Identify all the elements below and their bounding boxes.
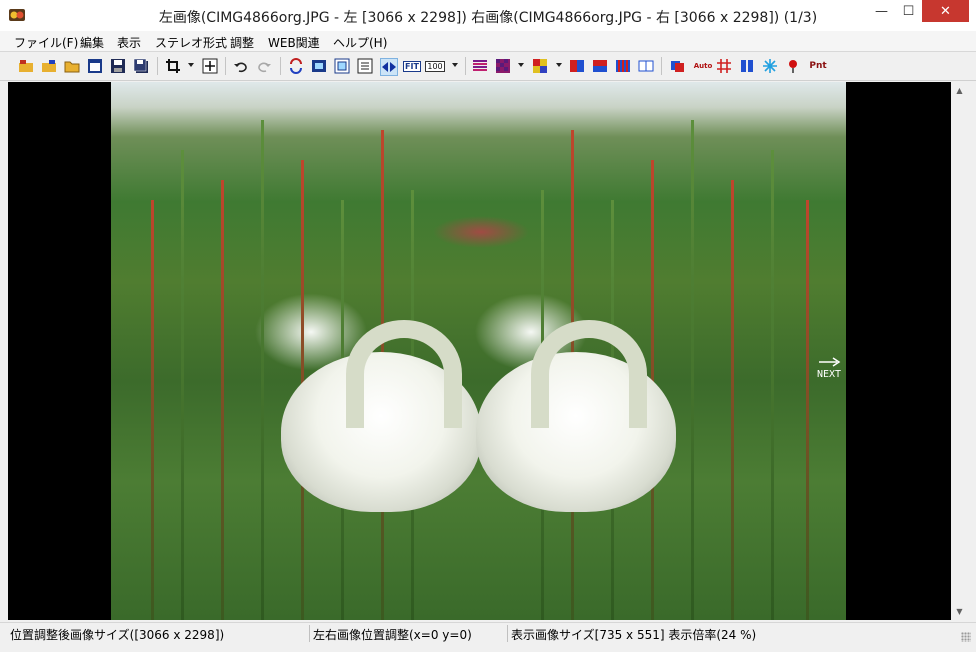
- status-bar: 位置調整後画像サイズ([3066 x 2298]) 左右画像位置調整(x=0 y…: [0, 622, 976, 645]
- next-arrow-icon[interactable]: [819, 357, 841, 367]
- grid-icon[interactable]: [716, 58, 732, 74]
- undo-icon[interactable]: [233, 58, 249, 74]
- resize-grip-icon[interactable]: [961, 632, 971, 642]
- line-format-icon[interactable]: [472, 58, 488, 74]
- status-divider: [309, 625, 310, 642]
- crop-icon[interactable]: [165, 58, 181, 74]
- maximize-button[interactable]: ☐: [895, 0, 922, 22]
- fit-label: FIT: [403, 60, 421, 72]
- auto-label: Auto: [693, 62, 713, 70]
- menu-adjust[interactable]: 調整: [230, 34, 254, 51]
- image-viewport[interactable]: NEXT: [8, 82, 951, 620]
- close-button[interactable]: ✕: [922, 0, 969, 22]
- pnt-label: Pnt: [809, 61, 827, 71]
- save-all-icon[interactable]: [133, 58, 149, 74]
- window-title: 左画像(CIMG4866org.JPG - 左 [3066 x 2298]) 右…: [158, 10, 818, 26]
- toolbar-separator: [157, 57, 158, 75]
- checker-format-icon[interactable]: [495, 58, 511, 74]
- column-interleave-icon[interactable]: [615, 58, 631, 74]
- status-image-size: 位置調整後画像サイズ([3066 x 2298]): [10, 628, 225, 642]
- move-icon[interactable]: [202, 58, 218, 74]
- scroll-down-icon[interactable]: ▼: [951, 603, 968, 620]
- status-display-size: 表示画像サイズ[735 x 551] 表示倍率(24 %): [511, 628, 757, 642]
- menu-edit[interactable]: 編集: [80, 34, 104, 51]
- align-icon[interactable]: [357, 58, 373, 74]
- snowflake-icon[interactable]: [762, 58, 778, 74]
- next-label[interactable]: NEXT: [817, 369, 841, 380]
- anaglyph-icon[interactable]: [670, 58, 686, 74]
- vertical-scrollbar[interactable]: ▲ ▼: [951, 82, 968, 620]
- fit-window-icon[interactable]: [334, 58, 350, 74]
- save-icon[interactable]: [110, 58, 126, 74]
- open-left-icon[interactable]: [18, 58, 34, 74]
- toolbar-separator: [465, 57, 466, 75]
- side-by-side-icon[interactable]: [569, 58, 585, 74]
- menu-stereo-format[interactable]: ステレオ形式: [155, 34, 227, 51]
- menu-file[interactable]: ファイル(F): [14, 34, 78, 51]
- crop-dropdown-icon[interactable]: [188, 63, 194, 67]
- point-button[interactable]: Pnt: [808, 58, 828, 74]
- minimize-button[interactable]: —: [868, 0, 895, 22]
- toolbar: FIT 100 Auto Pnt: [0, 52, 976, 81]
- toolbar-separator: [661, 57, 662, 75]
- redo-icon[interactable]: [256, 58, 272, 74]
- swap-lr-icon[interactable]: [288, 58, 304, 74]
- toolbar-separator: [225, 57, 226, 75]
- menu-web[interactable]: WEB関連: [268, 34, 320, 51]
- zoom-dropdown-icon[interactable]: [452, 63, 458, 67]
- frame-icon[interactable]: [311, 58, 327, 74]
- color-checker-icon[interactable]: [532, 58, 548, 74]
- over-under-icon[interactable]: [592, 58, 608, 74]
- open-right-icon[interactable]: [41, 58, 57, 74]
- split-view-icon[interactable]: [638, 58, 654, 74]
- format-dropdown-icon[interactable]: [518, 63, 524, 67]
- color-dropdown-icon[interactable]: [556, 63, 562, 67]
- mirror-icon[interactable]: [380, 58, 398, 76]
- stereo-image[interactable]: [111, 82, 846, 620]
- status-divider: [507, 625, 508, 642]
- scroll-up-icon[interactable]: ▲: [951, 82, 968, 99]
- auto-adjust-button[interactable]: Auto: [693, 58, 713, 74]
- menu-help[interactable]: ヘルプ(H): [333, 34, 387, 51]
- menu-view[interactable]: 表示: [117, 34, 141, 51]
- open-folder-icon[interactable]: [64, 58, 80, 74]
- toolbar-separator: [280, 57, 281, 75]
- fit-button[interactable]: FIT: [403, 58, 421, 74]
- status-offset: 左右画像位置調整(x=0 y=0): [313, 628, 472, 642]
- parallel-icon[interactable]: [739, 58, 755, 74]
- title-bar: 左画像(CIMG4866org.JPG - 左 [3066 x 2298]) 右…: [0, 0, 976, 31]
- zoom-100-button[interactable]: 100: [425, 58, 445, 74]
- open-window-icon[interactable]: [87, 58, 103, 74]
- menu-bar: ファイル(F) 編集 表示 ステレオ形式 調整 WEB関連 ヘルプ(H): [0, 31, 976, 52]
- zoom-100-label: 100: [425, 60, 445, 72]
- pin-icon[interactable]: [785, 58, 801, 74]
